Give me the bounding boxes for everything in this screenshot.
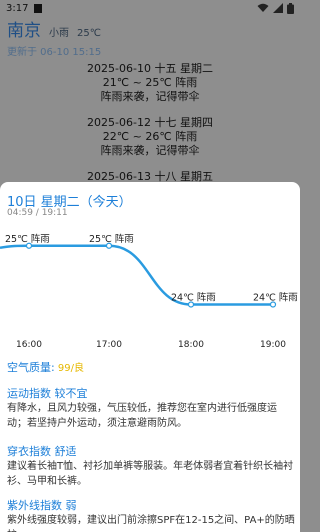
x-tick-label: 17:00 xyxy=(96,340,122,350)
update-time: 更新于 06-10 15:15 xyxy=(7,47,102,58)
header: 南京 小雨 25℃ 更新于 06-10 15:15 xyxy=(7,16,297,58)
forecast-temp: 22℃ ~ 26℃ 阵雨 xyxy=(102,130,198,143)
uv-title: 紫外线指数 弱 xyxy=(7,499,77,512)
x-tick-label: 16:00 xyxy=(16,340,42,350)
notification-icon xyxy=(34,3,43,13)
hourly-temp-chart: 25℃ 阵雨 16:00 25℃ 阵雨 17:00 24℃ 阵雨 18:00 24℃ 阵雨 1… xyxy=(0,233,298,350)
current-temp: 25℃ xyxy=(77,28,101,39)
forecast-item[interactable]: 2025-06-10 十五 星期二 21℃ ~ 25℃ 阵雨 阵雨来袭，记得带伞 xyxy=(0,62,300,104)
status-time: 3:17 xyxy=(6,2,29,14)
x-tick-label: 19:00 xyxy=(260,340,286,350)
aqi-label: 空气质量: xyxy=(7,361,55,374)
forecast-tip: 阵雨来袭，记得带伞 xyxy=(100,90,200,103)
sport-index: 运动指数 较不宜 有降水，且风力较强，气压较低，推荐您在室内进行低强度运动；若坚… xyxy=(7,386,295,431)
wifi-icon xyxy=(257,3,269,12)
temp-point-label: 24℃ 阵雨 xyxy=(171,292,216,304)
battery-icon xyxy=(287,2,294,14)
sport-text: 有降水，且风力较强，气压较低，推荐您在室内进行低强度运动；若坚持户外运动，须注意… xyxy=(7,403,277,429)
dress-index: 穿衣指数 舒适 建议着长袖T恤、衬衫加单裤等服装。年老体弱者宜着针织长袖衬衫、马… xyxy=(7,444,295,489)
forecast-date: 2025-06-12 十七 星期四 xyxy=(87,116,213,129)
current-weather: 小雨 xyxy=(49,28,69,39)
forecast-item[interactable]: 2025-06-12 十七 星期四 22℃ ~ 26℃ 阵雨 阵雨来袭，记得带伞 xyxy=(0,116,300,158)
day-detail-sheet: 10日 星期二（今天） 04:59 / 19:11 25℃ 阵雨 16:00 25℃… xyxy=(0,182,300,532)
sunrise-sunset: 04:59 / 19:11 xyxy=(7,208,68,218)
sport-title: 运动指数 较不宜 xyxy=(7,387,88,400)
signal-icon xyxy=(273,3,283,13)
uv-text: 紫外线强度较弱，建议出门前涂擦SPF在12-15之间、PA+的防晒护 xyxy=(7,515,295,532)
dress-title: 穿衣指数 舒适 xyxy=(7,445,77,458)
city-name[interactable]: 南京 xyxy=(7,16,41,41)
status-bar: 3:17 xyxy=(0,0,300,16)
uv-index: 紫外线指数 弱 紫外线强度较弱，建议出门前涂擦SPF在12-15之间、PA+的防… xyxy=(7,498,295,532)
temp-point-label: 24℃ 阵雨 xyxy=(253,292,298,304)
dress-text: 建议着长袖T恤、衬衫加单裤等服装。年老体弱者宜着针织长袖衬衫、马甲和长裤。 xyxy=(7,461,294,487)
forecast-list: 2025-06-10 十五 星期二 21℃ ~ 25℃ 阵雨 阵雨来袭，记得带伞… xyxy=(0,62,300,196)
x-tick-label: 18:00 xyxy=(178,340,204,350)
temp-point-label: 25℃ 阵雨 xyxy=(89,233,134,245)
temp-point-label: 25℃ 阵雨 xyxy=(5,233,50,245)
aqi-value: 99/良 xyxy=(57,363,84,374)
forecast-temp: 21℃ ~ 25℃ 阵雨 xyxy=(102,76,198,89)
aqi-row: 空气质量: 99/良 xyxy=(7,360,295,376)
temp-series-line xyxy=(0,244,273,306)
forecast-date: 2025-06-10 十五 星期二 xyxy=(87,62,213,75)
forecast-tip: 阵雨来袭，记得带伞 xyxy=(100,144,200,157)
